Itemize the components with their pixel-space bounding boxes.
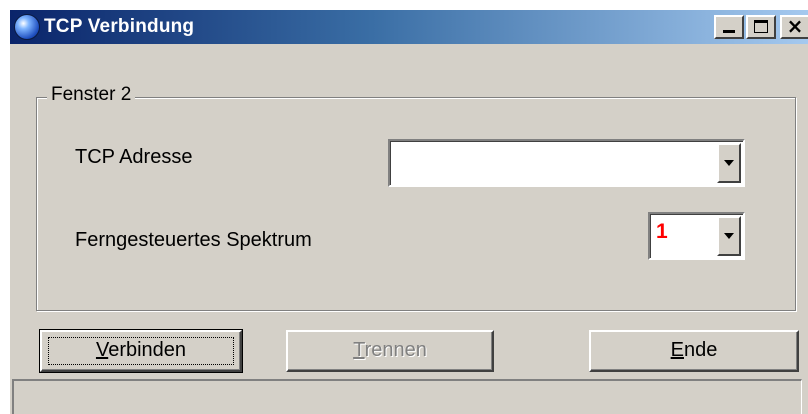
disconnect-label: rennen — [364, 339, 427, 361]
focus-rectangle — [48, 337, 234, 365]
title-bar[interactable]: TCP Verbindung × — [10, 10, 808, 44]
end-button[interactable]: Ende — [589, 330, 799, 372]
group-box: Fenster 2 — [36, 84, 796, 311]
maximize-icon — [754, 20, 768, 33]
chevron-down-icon — [724, 160, 734, 166]
spectrum-value[interactable]: 1 — [656, 220, 668, 244]
status-bar — [12, 379, 802, 414]
globe-icon[interactable] — [14, 14, 40, 40]
chevron-down-icon — [724, 233, 734, 239]
close-icon: × — [786, 14, 804, 38]
close-button[interactable]: × — [780, 14, 808, 39]
connect-button[interactable]: Verbinden — [39, 329, 243, 373]
tcp-address-label: TCP Adresse — [75, 146, 193, 168]
tcp-address-combobox[interactable] — [388, 139, 745, 187]
minimize-button[interactable] — [714, 15, 744, 39]
spectrum-combobox[interactable]: 1 — [648, 212, 745, 260]
window-title: TCP Verbindung — [44, 16, 195, 37]
tcp-address-dropdown-button[interactable] — [717, 143, 741, 183]
end-mnemonic: E — [670, 339, 684, 361]
spectrum-dropdown-button[interactable] — [717, 216, 741, 256]
minimize-icon — [723, 30, 735, 33]
tcp-connection-window: TCP Verbindung × Fenster 2 TCP Adresse F… — [8, 8, 808, 414]
disconnect-button[interactable]: Trennen — [286, 330, 494, 372]
maximize-button[interactable] — [746, 15, 776, 39]
caption-buttons: × — [714, 14, 808, 39]
end-label: nde — [683, 339, 718, 361]
group-legend: Fenster 2 — [47, 84, 136, 106]
disconnect-mnemonic: T — [353, 339, 365, 361]
spectrum-label: Ferngesteuertes Spektrum — [75, 229, 312, 251]
